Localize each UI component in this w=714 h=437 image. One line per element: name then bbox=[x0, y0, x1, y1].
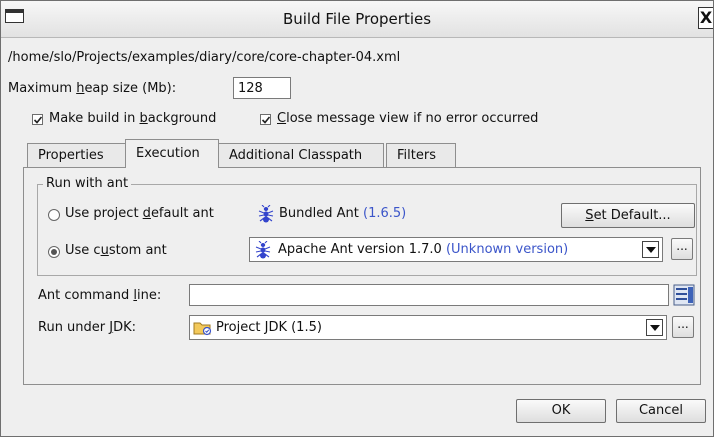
expand-editor-icon[interactable] bbox=[673, 284, 695, 310]
jdk-folder-icon bbox=[193, 319, 213, 341]
checkmark-icon bbox=[261, 116, 271, 124]
checkmark-icon bbox=[33, 116, 43, 124]
close-message-view-checkbox[interactable] bbox=[260, 114, 271, 125]
browse-jdk-button[interactable]: ... bbox=[672, 316, 694, 338]
run-with-ant-legend: Run with ant bbox=[43, 176, 132, 191]
window-title: Build File Properties bbox=[282, 10, 432, 28]
use-custom-ant-label[interactable]: Use custom ant bbox=[65, 243, 167, 258]
dropdown-arrow-icon[interactable] bbox=[642, 241, 659, 258]
tab-filters[interactable]: Filters bbox=[386, 143, 456, 167]
close-window-button[interactable]: X bbox=[698, 7, 713, 29]
bundled-ant-text: Bundled Ant (1.6.5) bbox=[279, 206, 407, 221]
jdk-selected-value: Project JDK (1.5) bbox=[216, 320, 322, 335]
tab-execution[interactable]: Execution bbox=[125, 139, 219, 168]
ant-command-line-label: Ant command line: bbox=[38, 288, 162, 303]
cancel-button[interactable]: Cancel bbox=[616, 399, 706, 423]
use-default-ant-radio[interactable] bbox=[48, 209, 60, 221]
build-in-background-checkbox[interactable] bbox=[32, 114, 43, 125]
build-in-background-label[interactable]: Make build in background bbox=[49, 111, 216, 126]
build-file-properties-dialog: Build File Properties X /home/slo/Projec… bbox=[0, 0, 714, 437]
tab-additional-classpath[interactable]: Additional Classpath bbox=[218, 143, 384, 167]
close-message-view-label[interactable]: Close message view if no error occurred bbox=[277, 111, 538, 126]
use-default-ant-label[interactable]: Use project default ant bbox=[65, 206, 214, 221]
use-custom-ant-radio[interactable] bbox=[48, 246, 60, 258]
max-heap-input[interactable] bbox=[233, 77, 291, 99]
run-under-jdk-label: Run under JDK: bbox=[38, 320, 137, 335]
set-default-button[interactable]: Set Default... bbox=[561, 203, 695, 228]
custom-ant-select[interactable]: Apache Ant version 1.7.0 (Unknown versio… bbox=[249, 237, 663, 262]
ant-command-line-input[interactable] bbox=[189, 284, 669, 306]
ant-icon bbox=[257, 204, 275, 227]
max-heap-label: Maximum heap size (Mb): bbox=[8, 81, 177, 96]
tab-properties[interactable]: Properties bbox=[27, 143, 126, 167]
jdk-select[interactable]: Project JDK (1.5) bbox=[189, 315, 667, 340]
file-path: /home/slo/Projects/examples/diary/core/c… bbox=[8, 50, 401, 65]
custom-ant-selected-value: Apache Ant version 1.7.0 (Unknown versio… bbox=[278, 242, 569, 257]
run-with-ant-group bbox=[37, 184, 697, 276]
dropdown-arrow-icon[interactable] bbox=[646, 319, 663, 336]
ant-icon bbox=[254, 240, 272, 263]
title-bar[interactable]: Build File Properties X bbox=[1, 1, 713, 38]
ok-button[interactable]: OK bbox=[516, 399, 606, 423]
browse-ant-button[interactable]: ... bbox=[671, 238, 693, 260]
